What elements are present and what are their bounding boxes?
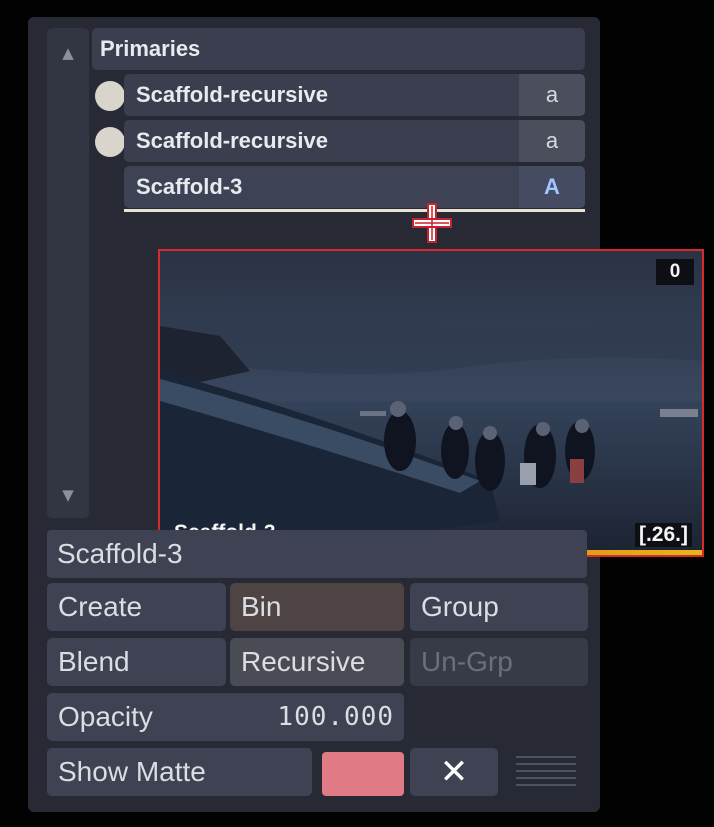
group-button[interactable]: Group: [410, 583, 588, 631]
tree-scrollbar[interactable]: [47, 28, 89, 518]
tree-item[interactable]: Scaffold-recursive a: [124, 120, 585, 162]
matte-color-swatch[interactable]: [322, 752, 404, 796]
tree-group-primaries[interactable]: Primaries: [92, 28, 585, 70]
item-label: Scaffold-recursive: [136, 82, 328, 107]
ungroup-button[interactable]: Un-Grp: [410, 638, 588, 686]
tree-item[interactable]: Scaffold-recursive a: [124, 74, 585, 116]
layer-name-value: Scaffold-3: [57, 538, 183, 569]
tree-item-dragged[interactable]: Scaffold-3 A: [124, 166, 585, 208]
group-label: Primaries: [100, 36, 201, 61]
item-tag-active[interactable]: A: [519, 166, 585, 208]
opacity-field[interactable]: Opacity 100.000: [47, 693, 404, 741]
grip-handle-icon[interactable]: [516, 756, 576, 792]
layer-name-field[interactable]: Scaffold-3: [47, 530, 587, 578]
item-label: Scaffold-3: [136, 174, 243, 199]
scroll-down-icon[interactable]: ▼: [47, 474, 89, 516]
bin-button[interactable]: Bin: [230, 583, 404, 631]
drop-indicator-line: [124, 209, 585, 212]
layer-count-badge: 0: [656, 259, 694, 285]
preview-image: [160, 251, 702, 555]
show-matte-button[interactable]: Show Matte: [47, 748, 312, 796]
drag-preview-thumbnail: 0 Scaffold-3 [.26.]: [158, 249, 704, 557]
item-tag[interactable]: a: [519, 120, 585, 162]
scroll-up-icon[interactable]: ▲: [47, 32, 89, 74]
blend-button[interactable]: Blend: [47, 638, 226, 686]
close-icon[interactable]: ✕: [410, 748, 498, 796]
visibility-toggle-icon[interactable]: [95, 81, 125, 111]
move-cursor-icon: [412, 203, 452, 243]
create-button[interactable]: Create: [47, 583, 226, 631]
opacity-label: Opacity: [58, 701, 153, 732]
item-label: Scaffold-recursive: [136, 128, 328, 153]
visibility-toggle-icon[interactable]: [95, 127, 125, 157]
item-tag[interactable]: a: [519, 74, 585, 116]
opacity-value[interactable]: 100.000: [277, 702, 394, 732]
recursive-button[interactable]: Recursive: [230, 638, 404, 686]
preview-frame-number: [.26.]: [634, 523, 692, 547]
